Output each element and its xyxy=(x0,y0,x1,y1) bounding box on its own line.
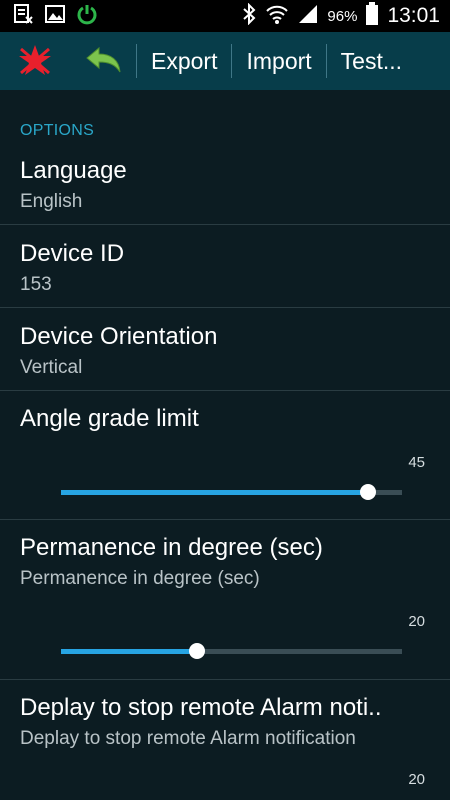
pref-language[interactable]: Language English xyxy=(0,142,450,225)
pref-summary: Deplay to stop remote Alarm notification xyxy=(20,728,356,749)
import-button[interactable]: Import xyxy=(232,32,325,90)
action-bar: Export Import Test... xyxy=(0,32,450,90)
pref-title: Device Orientation xyxy=(20,323,218,350)
pref-permanence: Permanence in degree (sec) Permanence in… xyxy=(0,520,450,680)
slider-value: 20 xyxy=(408,613,425,630)
slider-thumb[interactable] xyxy=(359,484,376,500)
test-button[interactable]: Test... xyxy=(327,32,416,90)
angle-slider[interactable] xyxy=(61,484,402,500)
pref-device-id[interactable]: Device ID 153 xyxy=(0,225,450,308)
battery-icon xyxy=(365,2,379,30)
pref-title: Device ID xyxy=(20,240,125,267)
sim-card-icon xyxy=(12,3,34,29)
pref-deplay-alarm: Deplay to stop remote Alarm noti.. Depla… xyxy=(0,680,450,800)
slider-fill xyxy=(61,490,368,495)
status-bar: 96% 13:01 xyxy=(0,0,450,32)
bluetooth-icon xyxy=(241,2,257,29)
pref-angle-grade-limit: Angle grade limit 45 xyxy=(0,391,450,520)
slider-value: 20 xyxy=(408,771,425,788)
wifi-icon xyxy=(265,3,289,29)
power-icon xyxy=(76,3,98,29)
pref-title: Permanence in degree (sec) xyxy=(20,534,323,561)
pref-title: Deplay to stop remote Alarm noti.. xyxy=(20,694,382,721)
image-icon xyxy=(44,3,66,29)
slider-value: 45 xyxy=(408,454,425,471)
battery-level: 96% xyxy=(327,7,358,25)
pref-summary: Permanence in degree (sec) xyxy=(20,568,260,589)
pref-title: Language xyxy=(20,157,127,184)
section-header-options: OPTIONS xyxy=(20,122,95,139)
clock: 13:01 xyxy=(387,4,440,27)
signal-icon xyxy=(297,3,319,29)
settings-list: OPTIONS Language English Device ID 153 D… xyxy=(0,90,450,800)
export-button[interactable]: Export xyxy=(137,32,231,90)
permanence-slider[interactable] xyxy=(61,643,402,659)
slider-thumb[interactable] xyxy=(189,643,206,659)
pref-title: Angle grade limit xyxy=(20,405,199,432)
pref-device-orientation[interactable]: Device Orientation Vertical xyxy=(0,308,450,391)
pref-summary: English xyxy=(20,191,83,212)
undo-arrow-icon[interactable] xyxy=(70,32,136,90)
cancel-star-icon[interactable] xyxy=(0,32,70,90)
pref-summary: Vertical xyxy=(20,357,83,378)
pref-summary: 153 xyxy=(20,274,52,295)
slider-fill xyxy=(61,649,198,654)
